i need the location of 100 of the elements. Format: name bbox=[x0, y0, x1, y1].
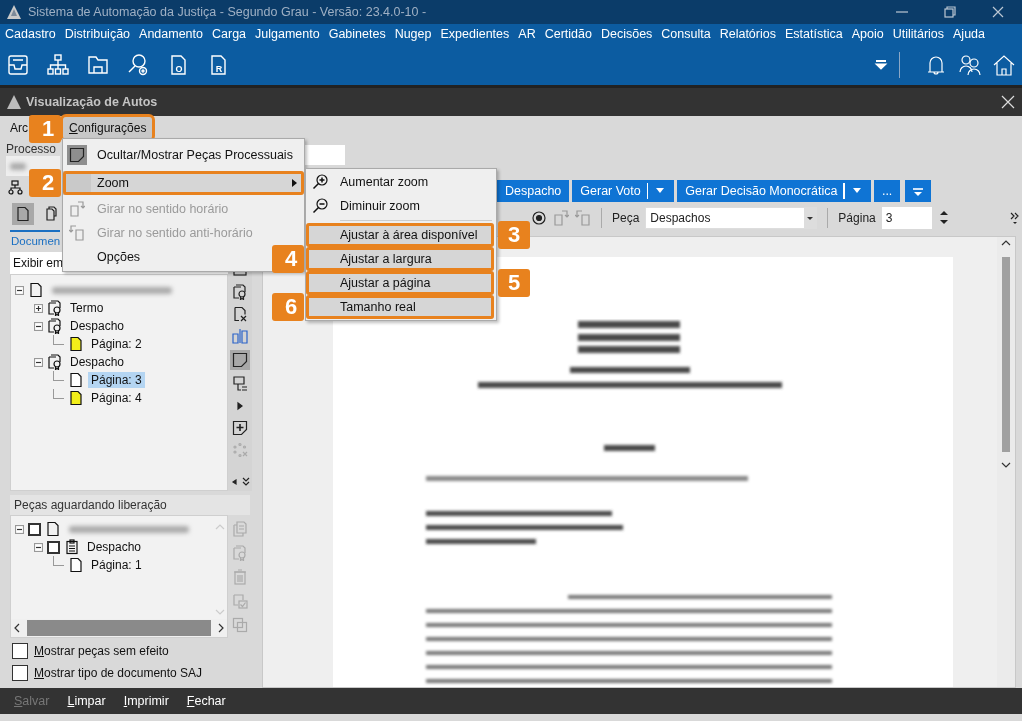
tree-item[interactable]: Página: 3 bbox=[88, 372, 145, 388]
rotate-clockwise-icon bbox=[553, 210, 569, 226]
pages-icon bbox=[43, 206, 59, 222]
checkbox[interactable] bbox=[12, 665, 28, 681]
inbox-icon[interactable] bbox=[6, 52, 30, 77]
menu-item[interactable]: Distribuição bbox=[64, 27, 131, 41]
tree-item[interactable]: Despacho bbox=[67, 318, 128, 334]
document-remove-icon bbox=[232, 306, 248, 322]
tree-toggle[interactable] bbox=[15, 524, 24, 534]
tree-toggle[interactable] bbox=[34, 357, 43, 367]
menu-item[interactable]: Decisões bbox=[600, 27, 653, 41]
menu-item[interactable]: Estatística bbox=[784, 27, 843, 41]
text-field[interactable] bbox=[305, 145, 345, 165]
step-number-badge: 3 bbox=[498, 221, 530, 249]
checkbox-label[interactable]: Mostrar tipo de documento SAJ bbox=[34, 666, 203, 680]
tree-item[interactable]: Página: 2 bbox=[88, 336, 145, 352]
view-toggle[interactable] bbox=[12, 203, 34, 225]
action-button[interactable]: Despacho bbox=[497, 180, 570, 202]
documents-tab[interactable]: Documen bbox=[10, 230, 61, 250]
note-icon bbox=[232, 352, 248, 368]
menu-item[interactable]: Diminuir zoom bbox=[306, 194, 494, 218]
step-number-badge: 4 bbox=[272, 245, 304, 273]
tool-button[interactable] bbox=[232, 284, 248, 300]
tree-item[interactable]: Página: 4 bbox=[88, 390, 145, 406]
menu-item[interactable]: Carga bbox=[212, 27, 247, 41]
menu-item[interactable]: Arc bbox=[10, 117, 28, 139]
close-icon[interactable] bbox=[990, 4, 1006, 20]
hierarchy-icon[interactable] bbox=[8, 180, 24, 196]
tree-toggle[interactable] bbox=[34, 321, 43, 331]
action-button[interactable]: ... bbox=[873, 180, 901, 202]
vertical-scrollbar[interactable] bbox=[997, 237, 1015, 687]
footer-button[interactable]: Fechar bbox=[184, 694, 228, 708]
menu-item[interactable]: Configurações bbox=[63, 117, 153, 139]
submenu-arrow-icon bbox=[290, 178, 298, 188]
tree-item[interactable]: Termo bbox=[67, 300, 107, 316]
seal-icon bbox=[232, 284, 248, 300]
close-icon[interactable] bbox=[1000, 94, 1016, 110]
checkbox[interactable] bbox=[47, 540, 60, 554]
menu-item[interactable]: Ocultar/Mostrar Peças Processuais bbox=[63, 141, 303, 169]
checkbox[interactable] bbox=[28, 522, 41, 536]
checkbox-label[interactable]: Mostrar peças sem efeito bbox=[34, 644, 169, 658]
piece-select[interactable]: Despachos bbox=[645, 207, 818, 229]
horizontal-scrollbar[interactable] bbox=[11, 619, 227, 637]
menu-item[interactable]: Zoom bbox=[63, 171, 304, 195]
menu-item[interactable]: Utilitários bbox=[892, 27, 945, 41]
tree-item[interactable]: Despacho bbox=[67, 354, 128, 370]
menu-item[interactable]: Aumentar zoom bbox=[306, 170, 494, 194]
footer-button[interactable]: Imprimir bbox=[121, 694, 171, 708]
menu-item[interactable]: Tamanho real bbox=[306, 295, 494, 319]
menu-item[interactable]: AR bbox=[518, 27, 536, 41]
checkbox[interactable] bbox=[12, 643, 28, 659]
tool-button[interactable] bbox=[230, 350, 250, 370]
split-button[interactable]: Gerar Voto bbox=[572, 180, 675, 202]
tool-button[interactable] bbox=[232, 376, 248, 392]
menu-item[interactable]: Cadastro bbox=[5, 27, 56, 41]
tool-button[interactable] bbox=[232, 420, 248, 436]
restore-icon[interactable] bbox=[942, 4, 958, 20]
tree-item[interactable]: Despacho bbox=[84, 539, 145, 555]
menu-item[interactable]: Gabinetes bbox=[328, 27, 386, 41]
tool-button[interactable] bbox=[531, 210, 547, 226]
rotate-clockwise-icon bbox=[69, 201, 85, 217]
menu-item[interactable]: Julgamento bbox=[255, 27, 320, 41]
menu-item[interactable]: Consulta bbox=[661, 27, 711, 41]
tree-toggle[interactable] bbox=[34, 542, 43, 552]
filter-menu-button[interactable] bbox=[905, 180, 932, 202]
scroll-thumb[interactable] bbox=[1002, 257, 1010, 452]
search-settings-icon[interactable] bbox=[126, 52, 150, 77]
users-icon[interactable] bbox=[958, 52, 982, 77]
menu-item[interactable]: Expedientes bbox=[440, 27, 510, 41]
tree-item[interactable]: Página: 1 bbox=[88, 557, 145, 573]
compare-icon bbox=[232, 328, 248, 344]
field-label: Processo bbox=[6, 142, 57, 156]
menu-item[interactable]: Ajuda bbox=[953, 27, 985, 41]
page-icon bbox=[28, 282, 44, 298]
menu-item[interactable]: Certidão bbox=[544, 27, 592, 41]
menu-item[interactable]: Apoio bbox=[851, 27, 884, 41]
footer-button[interactable]: Limpar bbox=[65, 694, 108, 708]
org-chart-icon[interactable] bbox=[46, 52, 70, 77]
tree-toggle[interactable] bbox=[34, 303, 43, 313]
menu-item[interactable]: Ajustar a largura bbox=[306, 247, 494, 271]
menu-item[interactable]: Andamento bbox=[139, 27, 203, 41]
field-label: Página bbox=[838, 211, 876, 225]
overflow-chevron-icon[interactable] bbox=[1010, 211, 1020, 225]
tree-toggle[interactable] bbox=[15, 285, 24, 295]
menu-item[interactable]: Relatórios bbox=[719, 27, 776, 41]
page-field[interactable]: 3 bbox=[881, 207, 932, 229]
more-icon[interactable] bbox=[242, 477, 250, 487]
tool-button[interactable] bbox=[232, 306, 248, 322]
window-title: Visualização de Autos bbox=[26, 95, 158, 109]
menu-item[interactable]: Nugep bbox=[394, 27, 432, 41]
step-number-badge: 6 bbox=[272, 293, 304, 321]
zoom-in-icon bbox=[312, 174, 328, 190]
menu-item[interactable]: Ajustar a página bbox=[306, 271, 494, 295]
scroll-thumb[interactable] bbox=[27, 620, 211, 636]
seal-icon bbox=[47, 300, 63, 316]
scroll-left-icon[interactable] bbox=[230, 477, 238, 487]
menu-item[interactable]: Ajustar à área disponível bbox=[306, 223, 494, 247]
menu-item[interactable]: Opções bbox=[63, 245, 151, 269]
pyramid-logo-icon bbox=[6, 4, 22, 20]
split-button[interactable]: Gerar Decisão Monocrática bbox=[677, 180, 871, 202]
